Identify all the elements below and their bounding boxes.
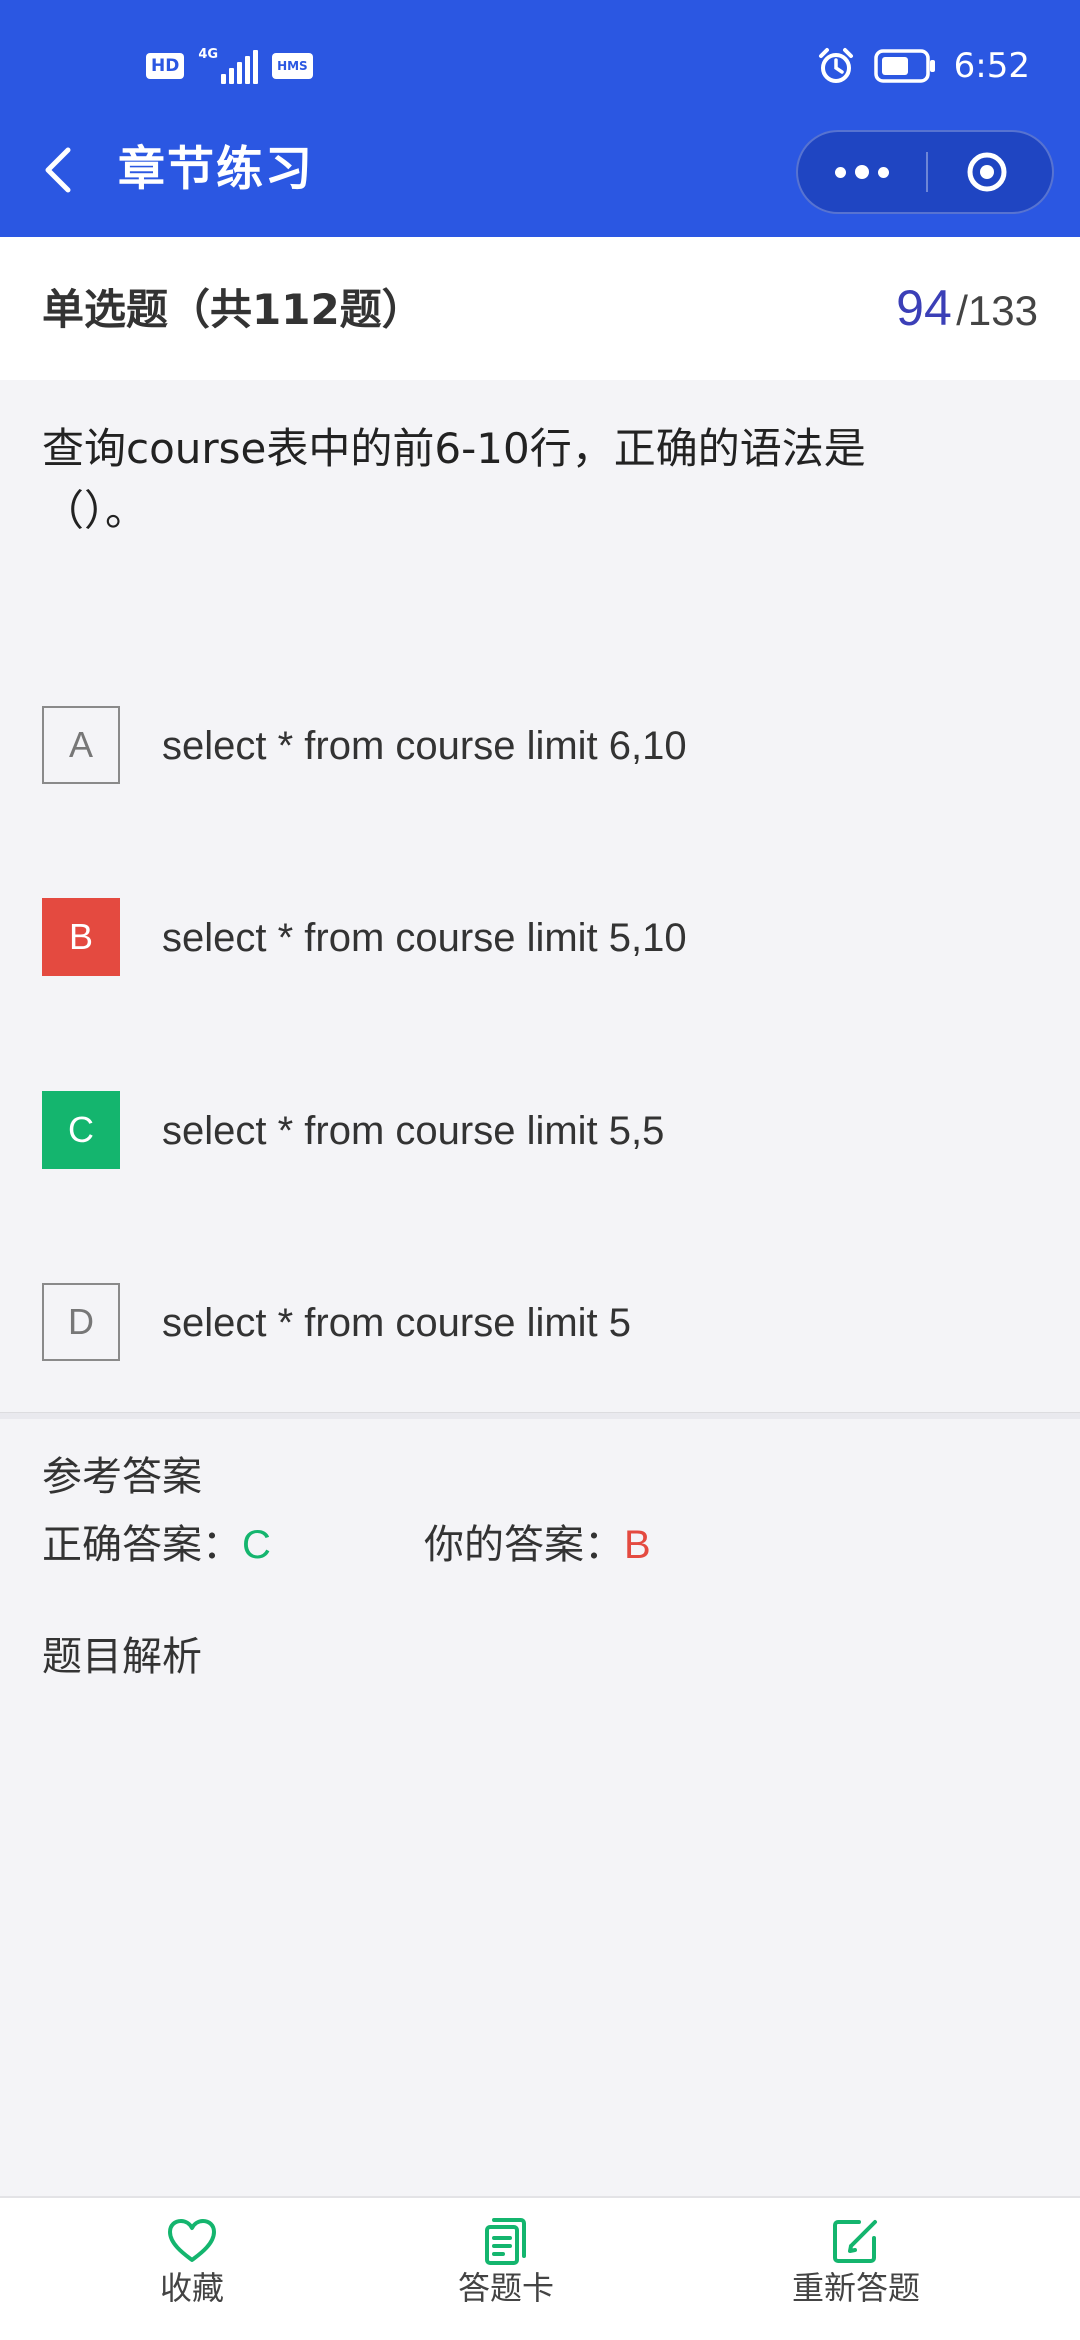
more-button[interactable] [798,132,926,212]
option-letter-box: A [42,706,120,784]
question-header: 单选题（共112题） 94 /133 [0,237,1080,380]
battery-icon [873,49,935,83]
page-title: 章节练习 [118,142,314,197]
hms-badge: HMS [272,53,313,79]
question-progress: 94 /133 [896,281,1038,348]
redo-label: 重新答题 [791,2269,920,2307]
heart-icon [168,2219,216,2262]
option-text: select * from course limit 5,10 [162,916,687,960]
option-b[interactable]: B select * from course limit 5,10 [42,898,1032,978]
your-answer-value: B [624,1523,651,1567]
more-dots-icon [835,166,846,178]
status-left: HD 4G HMS [146,46,313,86]
option-letter-box: B [42,898,120,976]
correct-answer-value: C [242,1523,271,1567]
option-letter-box: D [42,1283,120,1361]
bottom-toolbar: 收藏 答题卡 重新答题 [0,2196,1080,2340]
close-button[interactable] [966,151,1008,193]
option-text: select * from course limit 5 [162,1301,632,1345]
question-text: 查询course表中的前6-10行，正确的语法是（）。 [42,424,866,535]
redo-button[interactable]: 重新答题 [756,2216,956,2308]
chevron-left-icon [45,147,71,193]
correct-answer: 正确答案：C [42,1520,271,1570]
network-type: 4G [198,47,219,62]
option-text: select * from course limit 6,10 [162,724,687,768]
your-answer-label: 你的答案： [424,1522,624,1568]
app-header: HD 4G HMS 6:52 章节练习 [0,0,1080,237]
option-c[interactable]: C select * from course limit 5,5 [42,1091,1032,1171]
hd-badge: HD [146,53,185,79]
your-answer: 你的答案：B [424,1520,651,1570]
alarm-icon [818,48,853,83]
favorite-label: 收藏 [159,2269,224,2307]
capsule-divider [926,152,928,192]
favorite-button[interactable]: 收藏 [92,2216,292,2308]
clock-time: 6:52 [953,46,1030,86]
reference-answer-title: 参考答案 [42,1454,202,1500]
section-divider [0,1412,1080,1419]
target-circle-icon [967,152,1007,192]
current-question-number: 94 [896,280,952,336]
answer-card-label: 答题卡 [457,2269,554,2307]
answer-card-button[interactable]: 答题卡 [406,2216,606,2308]
edit-icon [833,2220,877,2263]
question-type-label: 单选题（共112题） [42,285,424,334]
miniprogram-capsule [796,130,1054,214]
option-d[interactable]: D select * from course limit 5 [42,1283,1032,1363]
correct-answer-label: 正确答案： [42,1522,242,1568]
signal-icon: 4G [198,47,259,84]
answer-card-icon [485,2218,526,2265]
analysis-title: 题目解析 [42,1634,202,1680]
option-letter-box: C [42,1091,120,1169]
status-right: 6:52 [816,42,1030,90]
option-text: select * from course limit 5,5 [162,1109,665,1153]
total-question-count: /133 [956,287,1038,334]
option-a[interactable]: A select * from course limit 6,10 [42,706,1032,786]
back-button[interactable] [30,140,90,200]
